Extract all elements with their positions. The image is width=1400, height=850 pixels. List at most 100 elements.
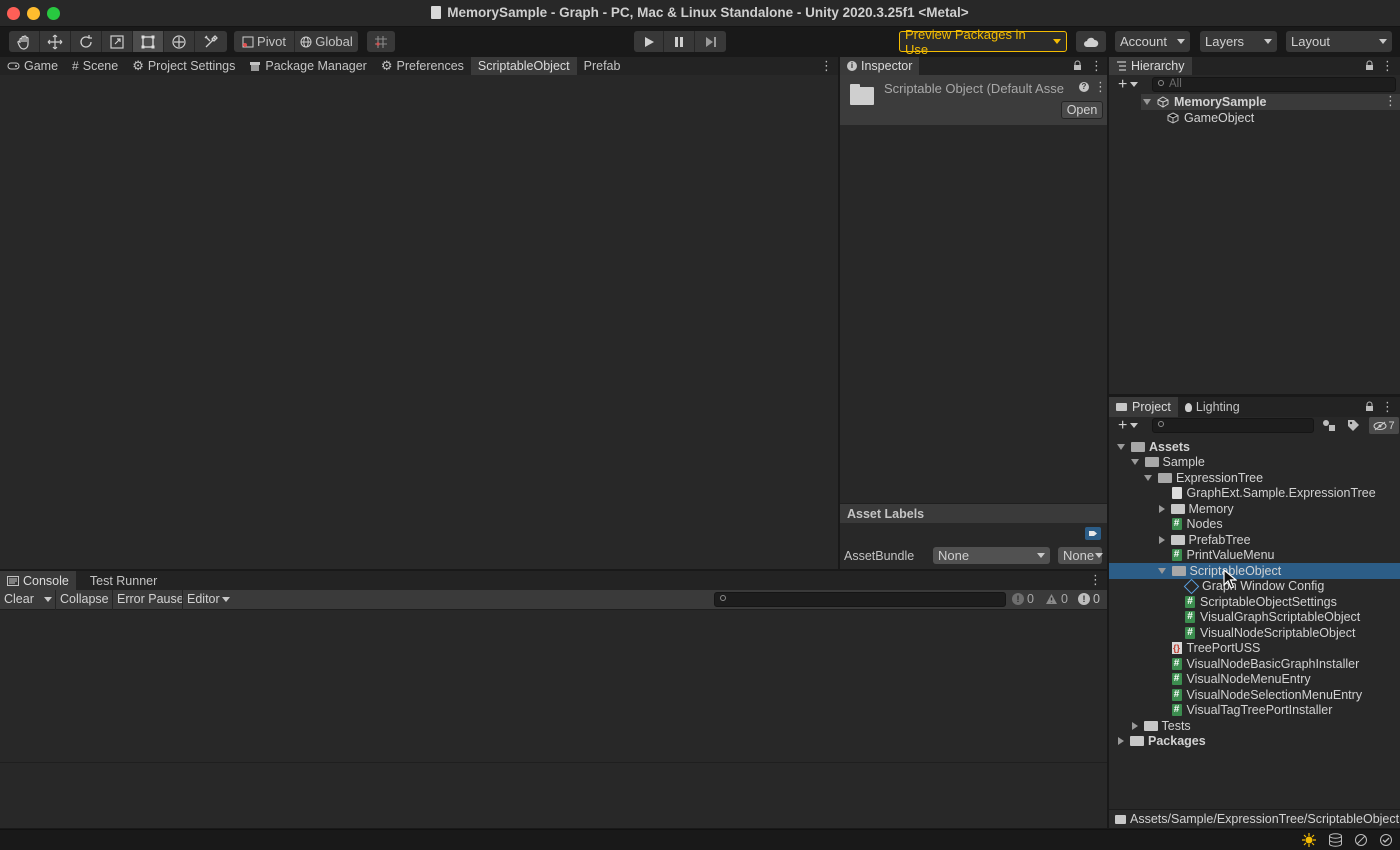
grid-snap-button[interactable] [367, 31, 395, 52]
search-by-type-button[interactable] [1321, 417, 1337, 433]
tab-inspector[interactable]: i Inspector [840, 57, 920, 75]
collapse-button[interactable]: Collapse [60, 592, 109, 606]
more-options-icon[interactable]: ⋮ [1381, 59, 1394, 73]
package-icon [250, 61, 261, 71]
chevron-right-icon[interactable] [1118, 737, 1124, 746]
cloud-button[interactable] [1076, 31, 1106, 52]
chevron-right-icon[interactable] [1158, 535, 1165, 544]
project-tree-item[interactable]: {} TreePortUSS [1109, 641, 1400, 657]
rect-tool-button[interactable] [133, 31, 164, 52]
debug-mode-icon[interactable] [1354, 833, 1368, 847]
project-tree-item[interactable]: ExpressionTree [1109, 470, 1400, 486]
account-dropdown[interactable]: Account [1115, 31, 1190, 52]
tab-console[interactable]: Console [0, 571, 76, 590]
project-tree-item[interactable]: Assets [1109, 439, 1400, 455]
tab-scene[interactable]: # Scene [65, 57, 125, 75]
project-tree-item[interactable]: Tests [1109, 718, 1400, 734]
create-asset-button[interactable]: + [1118, 417, 1142, 433]
project-tree-item[interactable]: Packages [1109, 734, 1400, 750]
project-tree-item[interactable]: # ScriptableObjectSettings [1109, 594, 1400, 610]
tab-test-runner[interactable]: Test Runner [76, 571, 164, 590]
project-tree-item[interactable]: # VisualNodeBasicGraphInstaller [1109, 656, 1400, 672]
tab-project[interactable]: Project [1109, 397, 1178, 417]
tab-game[interactable]: Game [0, 57, 65, 75]
project-tree-item[interactable]: # VisualTagTreePortInstaller [1109, 703, 1400, 719]
tab-project-settings[interactable]: ⚙ Project Settings [125, 57, 242, 75]
scene-menu-icon[interactable]: ⋮ [1384, 94, 1397, 108]
lock-icon[interactable] [1073, 60, 1082, 71]
warning-filter-toggle[interactable]: 0 [1045, 592, 1068, 606]
error-filter-toggle[interactable]: ! 0 [1078, 592, 1100, 606]
layers-dropdown[interactable]: Layers [1200, 31, 1277, 52]
tab-scriptable-object[interactable]: ScriptableObject [470, 57, 577, 75]
open-button[interactable]: Open [1061, 101, 1103, 119]
project-tree-item[interactable]: # PrintValueMenu [1109, 548, 1400, 564]
project-tree-item[interactable]: # VisualNodeSelectionMenuEntry [1109, 687, 1400, 703]
component-menu-icon[interactable]: ⋮ [1094, 80, 1107, 94]
scale-tool-button[interactable] [102, 31, 133, 52]
tab-preferences[interactable]: ⚙ Preferences [374, 57, 471, 75]
more-options-icon[interactable]: ⋮ [1381, 400, 1394, 414]
tab-lighting[interactable]: Lighting [1178, 397, 1247, 417]
tab-hierarchy[interactable]: Hierarchy [1109, 57, 1192, 75]
hierarchy-scene-row[interactable]: MemorySample ⋮ [1141, 94, 1400, 110]
editor-dropdown[interactable]: Editor [187, 592, 230, 606]
cloud-icon [1084, 37, 1099, 47]
more-options-icon[interactable]: ⋮ [1090, 59, 1103, 73]
project-tree-item[interactable]: Graph Window Config [1109, 578, 1400, 595]
cache-server-icon[interactable] [1328, 833, 1343, 847]
rotate-tool-button[interactable] [71, 31, 102, 52]
log-filter-toggle[interactable]: ! 0 [1012, 592, 1034, 606]
help-icon[interactable]: ? [1079, 82, 1089, 92]
project-tree-item[interactable]: Sample [1109, 455, 1400, 471]
transform-tool-button[interactable] [164, 31, 195, 52]
create-add-button[interactable]: + [1118, 76, 1142, 92]
search-by-label-button[interactable] [1345, 417, 1361, 433]
assetbundle-variant-dropdown[interactable]: None [1058, 547, 1104, 564]
chevron-down-icon[interactable] [1117, 443, 1125, 450]
tab-prefab[interactable]: Prefab [577, 57, 628, 75]
more-options-icon[interactable]: ⋮ [1089, 573, 1102, 587]
project-tree-item[interactable]: # Nodes [1109, 517, 1400, 533]
assetbundle-dropdown[interactable]: None [933, 547, 1050, 564]
chevron-down-icon[interactable] [1157, 567, 1166, 574]
chevron-down-icon[interactable] [1144, 474, 1152, 481]
hierarchy-search-input[interactable]: All [1152, 77, 1396, 92]
error-pause-button[interactable]: Error Pause [117, 592, 184, 606]
project-search-input[interactable] [1152, 418, 1314, 433]
console-search-input[interactable] [714, 592, 1006, 607]
tab-package-manager[interactable]: Package Manager [242, 57, 373, 75]
hand-tool-button[interactable] [9, 31, 40, 52]
preview-packages-dropdown[interactable]: Preview Packages in Use [899, 27, 1067, 57]
lock-icon[interactable] [1365, 401, 1374, 412]
chevron-right-icon[interactable] [1131, 721, 1138, 730]
step-button[interactable] [695, 31, 726, 52]
checkmark-icon[interactable] [1379, 833, 1393, 847]
play-button[interactable] [634, 31, 664, 52]
progress-spinner-icon[interactable] [1302, 833, 1316, 847]
pause-button[interactable] [664, 31, 695, 52]
project-tree-item[interactable]: Memory [1109, 501, 1400, 517]
hierarchy-gameobject-row[interactable]: GameObject [1167, 110, 1400, 126]
tag-icon[interactable] [1085, 527, 1101, 540]
lock-icon[interactable] [1365, 60, 1374, 71]
folder-icon [1115, 814, 1126, 824]
global-toggle[interactable]: Global [295, 31, 358, 52]
chevron-right-icon[interactable] [1158, 504, 1165, 513]
chevron-down-icon [1130, 82, 1139, 87]
project-tree-item[interactable]: ScriptableObject [1109, 563, 1400, 579]
layout-dropdown[interactable]: Layout [1286, 31, 1392, 52]
project-tree-item[interactable]: # VisualNodeMenuEntry [1109, 672, 1400, 688]
project-tree-item[interactable]: GraphExt.Sample.ExpressionTree [1109, 486, 1400, 502]
hidden-packages-toggle[interactable]: 7 [1369, 417, 1399, 434]
pivot-toggle[interactable]: Pivot [234, 31, 295, 52]
project-tree-item[interactable]: # VisualGraphScriptableObject [1109, 610, 1400, 626]
custom-tool-button[interactable] [195, 31, 227, 52]
move-tool-button[interactable] [40, 31, 71, 52]
console-toolbar: Clear Collapse Error Pause Editor ! 0 0 … [0, 590, 1107, 610]
more-options-icon[interactable]: ⋮ [820, 59, 833, 73]
chevron-down-icon[interactable] [1130, 459, 1139, 466]
project-tree-item[interactable]: # VisualNodeScriptableObject [1109, 625, 1400, 641]
project-tree-item[interactable]: PrefabTree [1109, 532, 1400, 548]
clear-button[interactable]: Clear [4, 592, 52, 606]
